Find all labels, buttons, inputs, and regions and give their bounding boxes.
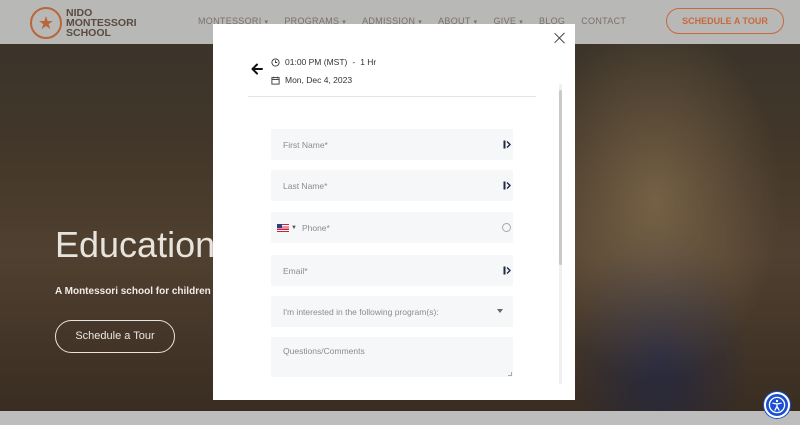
autofill-icon[interactable] <box>503 140 511 149</box>
logo-text: NIDO MONTESSORI SCHOOL <box>66 8 137 39</box>
autofill-icon[interactable] <box>503 181 511 190</box>
nav-item-contact[interactable]: CONTACT <box>581 16 626 26</box>
divider <box>248 96 536 97</box>
slot-time: 01:00 PM (MST) <box>285 57 348 67</box>
chevron-down-icon <box>497 309 503 313</box>
modal-scrollbar-thumb[interactable] <box>559 90 562 265</box>
close-icon[interactable] <box>553 31 567 45</box>
booking-modal: 01:00 PM (MST) - 1 Hr Mon, Dec 4, 2023 ▼ <box>213 24 575 400</box>
slot-date: Mon, Dec 4, 2023 <box>285 75 353 85</box>
clock-icon <box>271 57 280 67</box>
last-name-field[interactable] <box>271 170 513 201</box>
validation-status-icon <box>502 223 511 232</box>
slot-duration: 1 Hr <box>360 57 377 67</box>
slot-date-row: Mon, Dec 4, 2023 <box>271 75 352 85</box>
arrow-left-icon[interactable] <box>249 61 265 77</box>
email-input[interactable] <box>283 265 483 276</box>
star-logo-icon: ★ <box>30 7 62 39</box>
autofill-icon[interactable] <box>503 266 511 275</box>
schedule-tour-hero-button[interactable]: Schedule a Tour <box>55 320 175 353</box>
first-name-field[interactable] <box>271 129 513 160</box>
nav-label: CONTACT <box>581 16 627 26</box>
us-flag-icon[interactable] <box>277 223 289 232</box>
schedule-tour-header-button[interactable]: SCHEDULE A TOUR <box>666 8 784 34</box>
hero-title: Education <box>55 224 216 265</box>
phone-input[interactable] <box>301 222 482 233</box>
resize-handle-icon[interactable] <box>508 372 512 376</box>
comments-textarea[interactable] <box>283 346 483 370</box>
logo-line-3: SCHOOL <box>66 27 111 39</box>
program-select-placeholder: I'm interested in the following program(… <box>283 306 439 317</box>
phone-field[interactable]: ▼ <box>271 212 513 243</box>
first-name-input[interactable] <box>283 139 483 150</box>
comments-field[interactable] <box>271 337 513 377</box>
email-field[interactable] <box>271 255 513 286</box>
program-select[interactable]: I'm interested in the following program(… <box>271 296 513 327</box>
time-separator: - <box>352 57 356 67</box>
calendar-icon <box>271 76 280 85</box>
last-name-input[interactable] <box>283 180 483 191</box>
accessibility-button[interactable] <box>764 392 790 418</box>
chevron-down-icon[interactable]: ▼ <box>291 225 297 231</box>
hero-subtitle: A Montessori school for children <box>55 286 211 297</box>
bottom-strip <box>0 411 800 425</box>
slot-time-row: 01:00 PM (MST) - 1 Hr <box>271 57 376 67</box>
accessibility-icon <box>768 396 786 414</box>
site-logo[interactable]: ★ NIDO MONTESSORI SCHOOL <box>30 7 137 39</box>
